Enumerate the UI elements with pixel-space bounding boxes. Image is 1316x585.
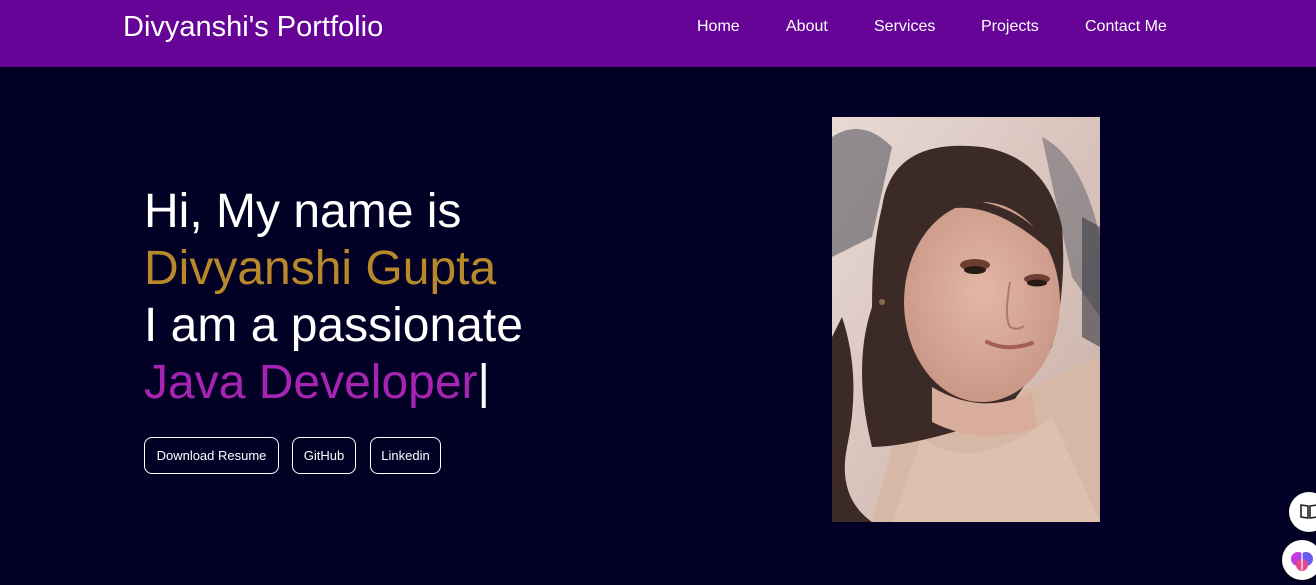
hero-greeting: Hi, My name is [144, 185, 462, 238]
nav-link-about[interactable]: About [786, 16, 828, 38]
hero-role-line: Java Developer| [144, 354, 523, 411]
typing-cursor: | [477, 356, 490, 409]
download-resume-button[interactable]: Download Resume [144, 437, 279, 474]
assistant-button[interactable] [1282, 540, 1316, 580]
book-icon [1300, 504, 1316, 519]
hero-role: Java Developer [144, 356, 478, 409]
github-button[interactable]: GitHub [292, 437, 356, 474]
hero-text: Hi, My name is Divyanshi Gupta I am a pa… [144, 183, 523, 411]
navbar: Divyanshi's Portfolio Home About Service… [0, 0, 1316, 67]
nav-link-services[interactable]: Services [874, 16, 935, 38]
reader-mode-button[interactable] [1289, 492, 1316, 532]
hero-tagline: I am a passionate [144, 299, 523, 352]
brain-icon [1291, 552, 1313, 571]
linkedin-button[interactable]: Linkedin [370, 437, 441, 474]
profile-photo [832, 117, 1100, 522]
nav-link-projects[interactable]: Projects [981, 16, 1039, 38]
nav-link-home[interactable]: Home [697, 16, 740, 38]
hero-name: Divyanshi Gupta [144, 242, 497, 295]
profile-photo-illustration [832, 117, 1100, 522]
brand-title[interactable]: Divyanshi's Portfolio [123, 9, 383, 45]
nav-link-contact[interactable]: Contact Me [1085, 16, 1167, 38]
